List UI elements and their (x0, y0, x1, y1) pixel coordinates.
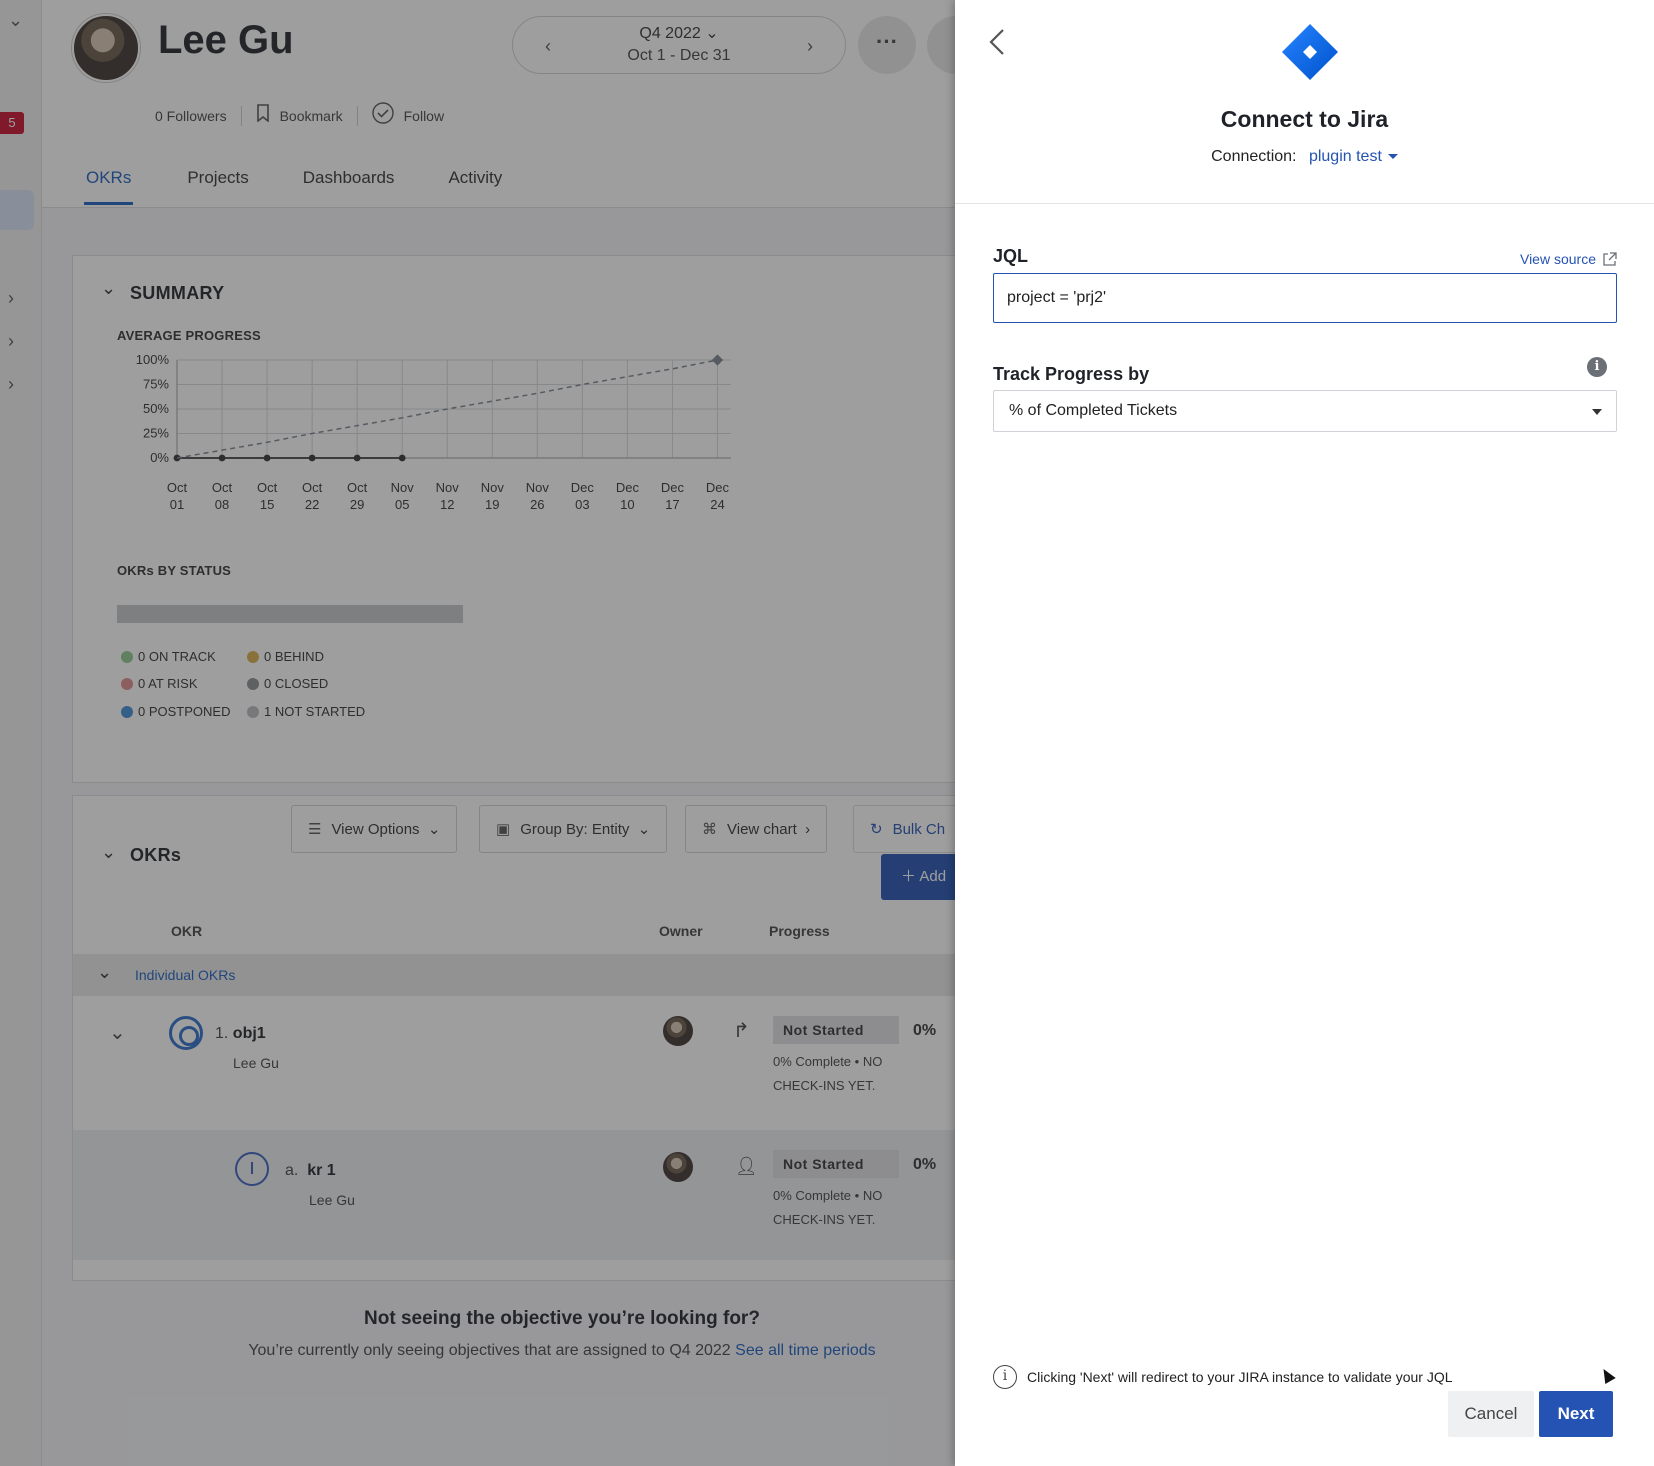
track-progress-label: Track Progress by (993, 364, 1150, 384)
drawer-title: Connect to Jira (1220, 106, 1389, 132)
connect-jira-drawer: Connect to Jira Connection: plugin test … (955, 0, 1654, 1466)
view-source-link[interactable]: View source (1520, 251, 1617, 267)
next-button[interactable]: Next (1539, 1391, 1613, 1437)
modal-overlay[interactable] (0, 0, 955, 1466)
connection-row: Connection: plugin test (955, 148, 1654, 166)
external-link-icon (1603, 251, 1617, 266)
caret-down-icon (1387, 154, 1398, 160)
divider (955, 203, 1654, 204)
jql-label: JQL (993, 246, 1029, 266)
info-icon[interactable]: i (1587, 357, 1607, 377)
cancel-button[interactable]: Cancel (1448, 1391, 1534, 1437)
jira-logo-icon (1280, 22, 1340, 82)
chevron-left-icon (989, 29, 1004, 55)
caret-down-icon (1592, 409, 1602, 415)
back-button[interactable] (981, 22, 1015, 62)
track-progress-select[interactable]: % of Completed Tickets (993, 390, 1617, 432)
info-circle-icon: i (993, 1365, 1017, 1389)
connection-dropdown[interactable]: plugin test (1309, 148, 1398, 165)
redirect-notice: i Clicking 'Next' will redirect to your … (993, 1365, 1453, 1389)
jql-input[interactable] (993, 273, 1617, 323)
connection-label: Connection: (1211, 148, 1297, 165)
